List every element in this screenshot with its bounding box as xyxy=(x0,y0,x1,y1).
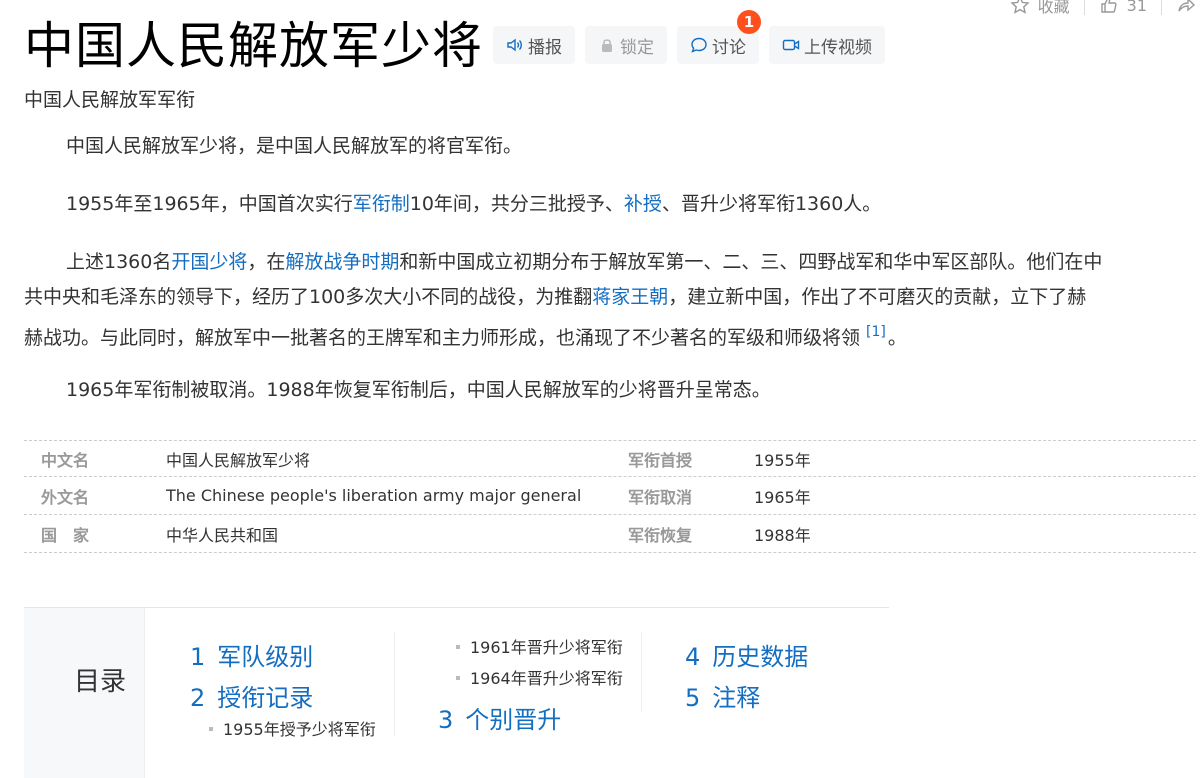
info-row: 外文名 The Chinese people's liberation army… xyxy=(24,477,1196,515)
toc-subitem[interactable]: 1964年晋升少将军衔 xyxy=(456,665,623,689)
paragraph-text: 1965年军衔制被取消。1988年恢复军衔制后，中国人民解放军的少将晋升呈常态。 xyxy=(66,379,771,401)
toc-sublabel: 1955年授予少将军衔 xyxy=(223,720,376,739)
paragraph-text: 共中央和毛泽东的领导下，经历了100多次大小不同的战役，为推翻 xyxy=(24,286,593,308)
favorite-button[interactable]: 收藏 xyxy=(996,0,1085,16)
paragraph-text: ，在 xyxy=(247,251,286,273)
toc-label: 个别晋升 xyxy=(465,706,562,734)
link-founding-major-generals[interactable]: 开国少将 xyxy=(171,251,247,273)
table-of-contents: 目录 1 军队级别 2 授衔记录 1955年授予少将军衔 1961年晋升少将军衔 1… xyxy=(24,607,889,778)
page-subtitle: 中国人民解放军军衔 xyxy=(24,89,196,111)
title-toolbar: 播报 锁定 讨论 1 上传视频 xyxy=(493,10,885,64)
toc-title: 目录 xyxy=(74,667,127,697)
paragraph-text: 和新中国成立初期分布于解放军第一、二、三、四野战军和华中军区部队。他们在中 xyxy=(399,251,1103,273)
info-value: 中华人民共和国 xyxy=(166,525,279,545)
like-count: 31 xyxy=(1126,0,1147,15)
info-key: 军衔恢复 xyxy=(628,525,693,545)
paragraph-text: 、晋升少将军衔1360人。 xyxy=(661,193,882,215)
favorite-label: 收藏 xyxy=(1037,0,1070,16)
share-button[interactable] xyxy=(1162,0,1200,15)
paragraph-4: 1965年军衔制被取消。1988年恢复军衔制后，中国人民解放军的少将晋升呈常态。 xyxy=(24,373,1200,408)
toc-subitem[interactable]: 1961年晋升少将军衔 xyxy=(456,634,623,658)
toc-number: 1 xyxy=(190,643,206,671)
reference-link[interactable]: [1] xyxy=(866,324,886,340)
lock-button[interactable]: 锁定 xyxy=(585,26,667,64)
video-camera-icon xyxy=(782,39,800,51)
star-icon xyxy=(1009,0,1030,14)
basic-info-table: 中文名 中国人民解放军少将 军衔首授 1955年 外文名 The Chinese… xyxy=(24,440,1196,553)
paragraph-text: 中国人民解放军少将，是中国人民解放军的将官军衔。 xyxy=(66,135,523,157)
toc-item-2[interactable]: 2 授衔记录 xyxy=(190,678,313,713)
lock-icon xyxy=(602,39,612,52)
toc-divider xyxy=(394,632,395,736)
toc-number: 4 xyxy=(685,643,701,671)
info-key: 国 家 xyxy=(41,525,90,545)
paragraph-3-line-2: 共中央和毛泽东的领导下，经历了100多次大小不同的战役，为推翻蒋家王朝，建立新中… xyxy=(24,280,1200,315)
thumbs-up-icon xyxy=(1100,0,1117,13)
toc-sublabel: 1964年晋升少将军衔 xyxy=(470,669,623,688)
paragraph-text: 10年间，共分三批授予、 xyxy=(409,193,624,215)
toc-divider xyxy=(641,632,642,712)
toc-item-1[interactable]: 1 军队级别 xyxy=(190,637,313,672)
info-row: 国 家 中华人民共和国 军衔恢复 1988年 xyxy=(24,515,1196,553)
top-right-actions: 收藏 31 xyxy=(996,0,1200,18)
broadcast-button[interactable]: 播报 xyxy=(493,26,575,64)
bullet-icon xyxy=(209,727,213,731)
upload-video-button[interactable]: 上传视频 xyxy=(769,26,885,64)
discuss-label: 讨论 xyxy=(712,37,746,58)
info-row: 中文名 中国人民解放军少将 军衔首授 1955年 xyxy=(24,440,1196,477)
toc-number: 3 xyxy=(438,706,454,734)
link-supplementary-award[interactable]: 补授 xyxy=(624,193,662,215)
like-button[interactable]: 31 xyxy=(1085,0,1162,15)
info-value: The Chinese people's liberation army maj… xyxy=(166,486,582,505)
speaker-icon xyxy=(507,38,522,52)
bullet-icon xyxy=(456,676,460,680)
upload-video-label: 上传视频 xyxy=(804,37,872,58)
paragraph-text: 赫战功。与此同时，解放军中一批著名的王牌军和主力师形成，也涌现了不少著名的军级和… xyxy=(24,327,861,349)
toc-subitem[interactable]: 1955年授予少将军衔 xyxy=(209,716,376,740)
toc-label: 授衔记录 xyxy=(217,684,314,712)
info-key: 军衔取消 xyxy=(628,487,693,507)
link-liberation-war-period[interactable]: 解放战争时期 xyxy=(285,251,399,273)
bullet-icon xyxy=(456,645,460,649)
paragraph-3-line-3: 赫战功。与此同时，解放军中一批著名的王牌军和主力师形成，也涌现了不少著名的军级和… xyxy=(24,315,1200,356)
info-value: 中国人民解放军少将 xyxy=(166,450,311,470)
share-icon xyxy=(1178,0,1196,12)
toc-item-4[interactable]: 4 历史数据 xyxy=(685,637,808,672)
chat-bubble-icon xyxy=(691,37,707,53)
toc-number: 5 xyxy=(685,684,701,712)
toc-label: 军队级别 xyxy=(217,643,314,671)
info-key: 外文名 xyxy=(41,487,90,507)
toc-number: 2 xyxy=(190,684,206,712)
info-value: 1965年 xyxy=(754,487,811,507)
toc-item-3[interactable]: 3 个别晋升 xyxy=(438,700,561,735)
link-chiang-dynasty[interactable]: 蒋家王朝 xyxy=(592,286,668,308)
toc-label: 注释 xyxy=(712,684,761,712)
toc-sublabel: 1961年晋升少将军衔 xyxy=(470,638,623,657)
toc-label: 历史数据 xyxy=(712,643,809,671)
info-value: 1955年 xyxy=(754,450,811,470)
toc-item-5[interactable]: 5 注释 xyxy=(685,678,760,713)
paragraph-2: 1955年至1965年，中国首次实行军衔制10年间，共分三批授予、补授、晋升少将… xyxy=(24,187,1200,222)
broadcast-label: 播报 xyxy=(528,37,562,58)
paragraph-text: 1955年至1965年，中国首次实行 xyxy=(66,193,353,215)
notification-badge: 1 xyxy=(737,10,761,34)
discuss-button[interactable]: 讨论 1 xyxy=(677,10,761,64)
info-key: 军衔首授 xyxy=(628,450,693,470)
lock-label: 锁定 xyxy=(620,37,654,58)
paragraph-text: 。 xyxy=(887,327,907,349)
info-key: 中文名 xyxy=(41,450,90,470)
link-military-rank-system[interactable]: 军衔制 xyxy=(353,193,410,215)
paragraph-3: 上述1360名开国少将，在解放战争时期和新中国成立初期分布于解放军第一、二、三、… xyxy=(24,245,1200,280)
page-title: 中国人民解放军少将 xyxy=(24,17,483,75)
paragraph-text: ，建立新中国，作出了不可磨灭的贡献，立下了赫 xyxy=(668,286,1087,308)
toc-header: 目录 xyxy=(24,608,145,778)
paragraph-1: 中国人民解放军少将，是中国人民解放军的将官军衔。 xyxy=(24,129,1200,164)
paragraph-text: 上述1360名 xyxy=(66,251,172,273)
info-value: 1988年 xyxy=(754,525,811,545)
